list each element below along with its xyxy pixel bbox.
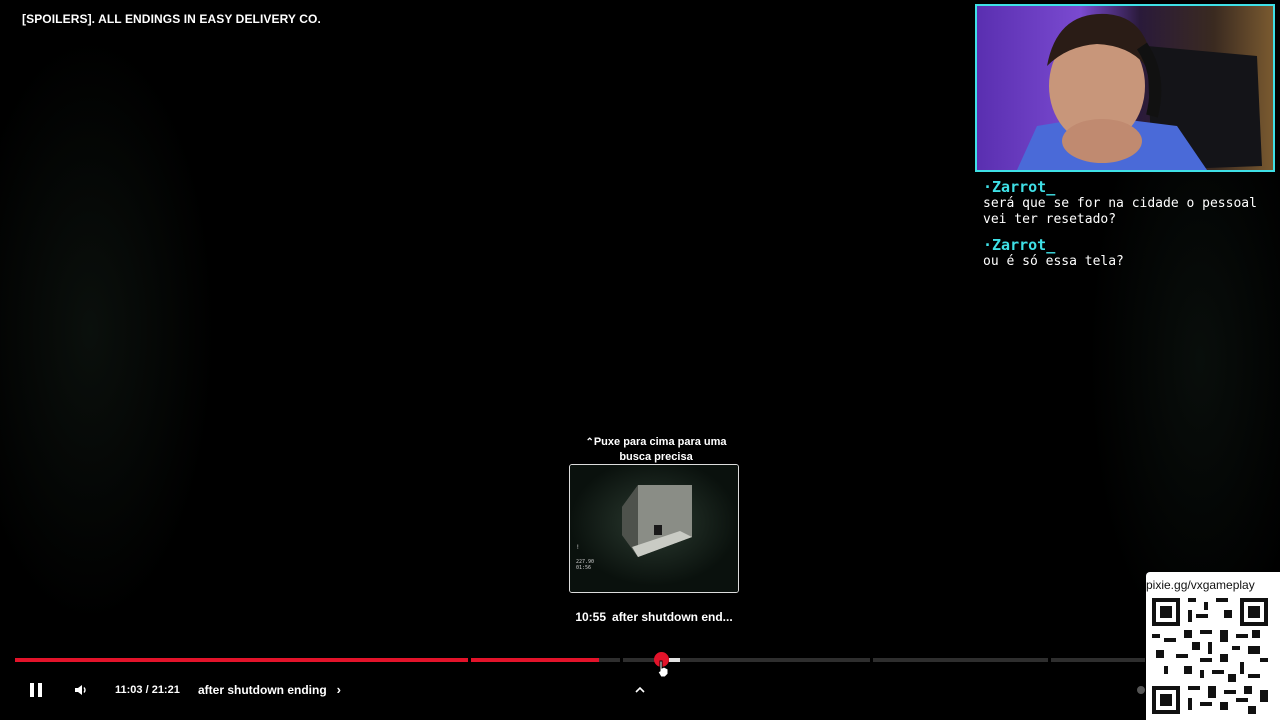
precise-seek-hint: ⌃Puxe para cima para uma busca precisa: [570, 435, 742, 464]
chapter-marker: [468, 658, 471, 662]
chat-overlay: ·Zarrot_ será que se for na cidade o pes…: [983, 178, 1273, 278]
status-dot: [1137, 686, 1145, 694]
chat-username: ·Zarrot_: [983, 236, 1056, 254]
progress-hover: [669, 658, 680, 662]
hand-cursor-icon: [657, 660, 669, 678]
volume-button[interactable]: [72, 681, 90, 699]
progress-played: [15, 658, 599, 662]
chat-message: ·Zarrot_ ou é só essa tela?: [983, 236, 1273, 270]
chapter-marker: [620, 658, 623, 662]
chevron-right-icon: ›: [336, 682, 342, 697]
chapter-marker: [1048, 658, 1051, 662]
webcam-overlay: [975, 4, 1275, 172]
pause-button[interactable]: [26, 680, 46, 700]
chat-username: ·Zarrot_: [983, 178, 1056, 196]
pause-icon: [30, 683, 34, 697]
chapter-marker: [870, 658, 873, 662]
seek-preview-thumbnail: ! 227.90 01:56: [569, 464, 739, 593]
precise-seek-hint-text: Puxe para cima para uma busca precisa: [593, 436, 727, 463]
chapter-button[interactable]: after shutdown ending ›: [198, 682, 341, 697]
time-display: 11:03 / 21:21: [115, 684, 180, 696]
svg-text:!: !: [576, 544, 580, 551]
seek-preview-time: 10:55: [575, 610, 607, 624]
expand-button[interactable]: [632, 682, 648, 698]
qr-overlay: pixie.gg/vxgameplay: [1146, 572, 1280, 720]
qr-code-icon: [1152, 598, 1268, 714]
video-title: [SPOILERS]. ALL ENDINGS IN EASY DELIVERY…: [22, 12, 321, 26]
chat-text: será que se for na cidade o pessoal vei …: [983, 196, 1257, 227]
chat-message: ·Zarrot_ será que se for na cidade o pes…: [983, 178, 1273, 228]
seek-preview-chapter: after shutdown end...: [612, 610, 733, 624]
svg-text:01:56: 01:56: [576, 565, 591, 571]
chat-text: ou é só essa tela?: [983, 254, 1124, 269]
chapter-title: after shutdown ending: [198, 682, 327, 697]
double-chevron-up-icon: ⌃: [585, 437, 594, 448]
qr-url: pixie.gg/vxgameplay: [1146, 578, 1255, 592]
chevron-up-icon: [635, 686, 645, 693]
volume-icon: [75, 685, 86, 695]
seek-preview-caption: 10:55 after shutdown end...: [540, 610, 768, 624]
